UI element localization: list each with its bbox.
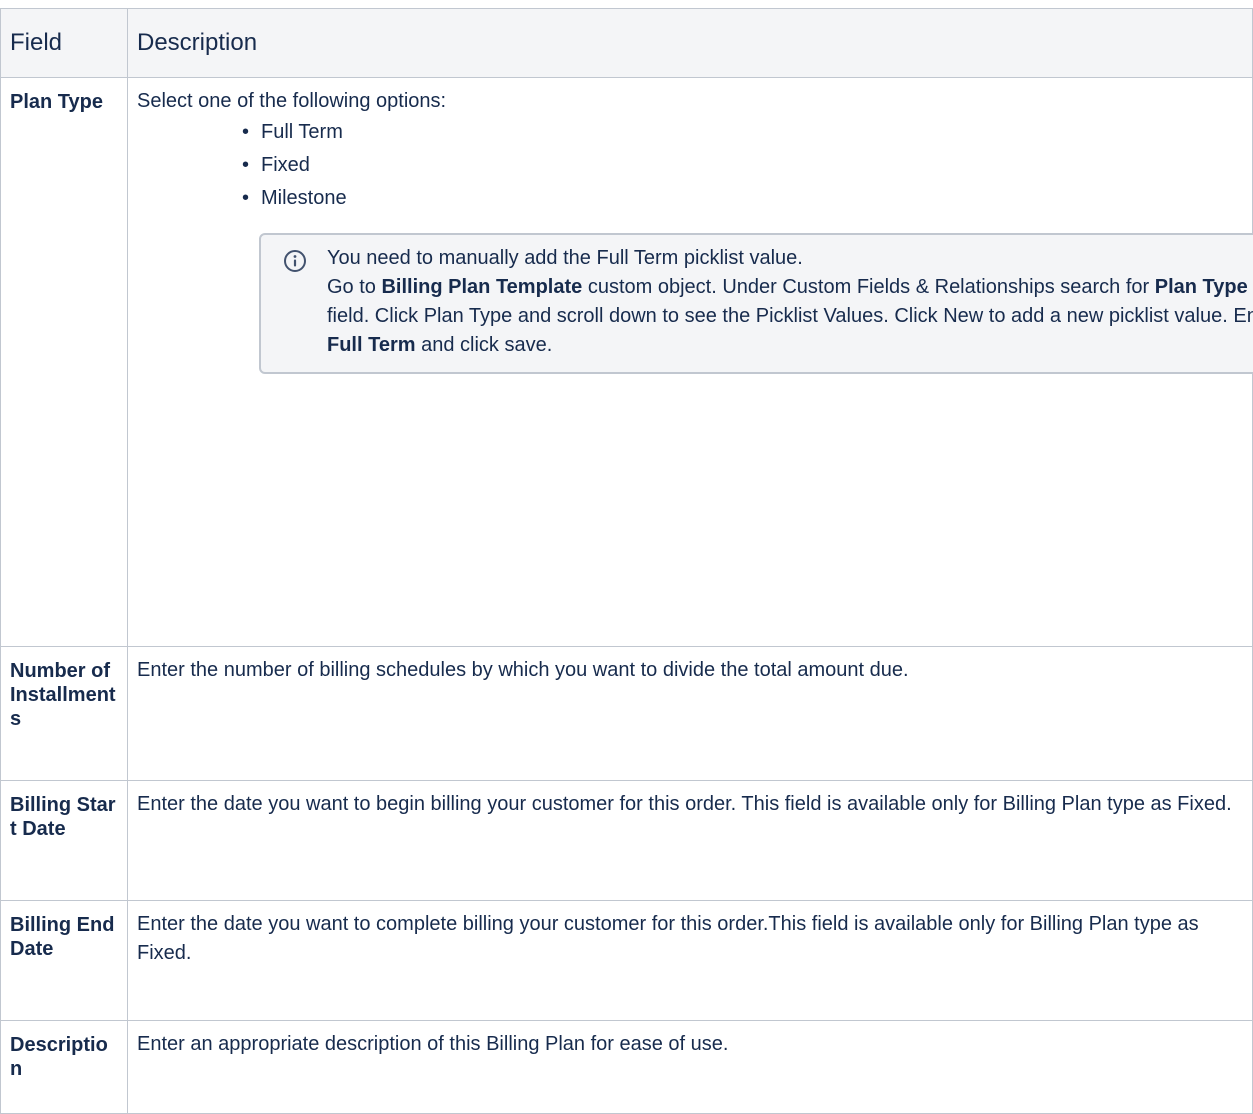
header-description: Description bbox=[127, 8, 1253, 78]
note-text-part: field. Click Plan Type and scroll down t… bbox=[327, 305, 1253, 327]
list-item: Milestone bbox=[242, 182, 1243, 215]
note-text-part: and click save. bbox=[415, 334, 553, 356]
note-line-1: You need to manually add the Full Term p… bbox=[327, 247, 803, 269]
table-row: Description Enter an appropriate descrip… bbox=[0, 1020, 1253, 1114]
field-description: Select one of the following options: Ful… bbox=[127, 77, 1253, 647]
note-text-part: custom object. Under Custom Fields & Rel… bbox=[582, 276, 1155, 298]
note-bold-object: Billing Plan Template bbox=[381, 276, 583, 298]
options-list: Full Term Fixed Milestone bbox=[137, 116, 1243, 215]
note-bold-value: Full Term bbox=[327, 334, 416, 356]
note-text-part: Go to bbox=[327, 276, 382, 298]
note-bold-field: Plan Type bbox=[1154, 276, 1248, 298]
table-row: Billing Start Date Enter the date you wa… bbox=[0, 780, 1253, 901]
field-description: Enter an appropriate description of this… bbox=[127, 1020, 1253, 1114]
field-name: Plan Type bbox=[0, 77, 128, 647]
table-row: Plan Type Select one of the following op… bbox=[0, 77, 1253, 647]
info-icon bbox=[284, 250, 306, 272]
field-description: Enter the date you want to complete bill… bbox=[127, 900, 1253, 1021]
fields-table: Field Description Plan Type Select one o… bbox=[0, 8, 1253, 1114]
note-text: Go to Billing Plan Template custom objec… bbox=[327, 273, 1253, 360]
field-name: Billing End Date bbox=[0, 900, 128, 1021]
options-intro: Select one of the following options: bbox=[137, 90, 447, 112]
header-field: Field bbox=[0, 8, 128, 78]
field-name: Description bbox=[0, 1020, 128, 1114]
table-header-row: Field Description bbox=[0, 8, 1253, 78]
field-description: Enter the number of billing schedules by… bbox=[127, 646, 1253, 781]
field-name: Number of Installments bbox=[0, 646, 128, 781]
info-note-panel: You need to manually add the Full Term p… bbox=[259, 233, 1253, 374]
table-row: Number of Installments Enter the number … bbox=[0, 646, 1253, 781]
table-row: Billing End Date Enter the date you want… bbox=[0, 900, 1253, 1021]
list-item: Full Term bbox=[242, 116, 1243, 149]
field-description: Enter the date you want to begin billing… bbox=[127, 780, 1253, 901]
field-name: Billing Start Date bbox=[0, 780, 128, 901]
list-item: Fixed bbox=[242, 149, 1243, 182]
